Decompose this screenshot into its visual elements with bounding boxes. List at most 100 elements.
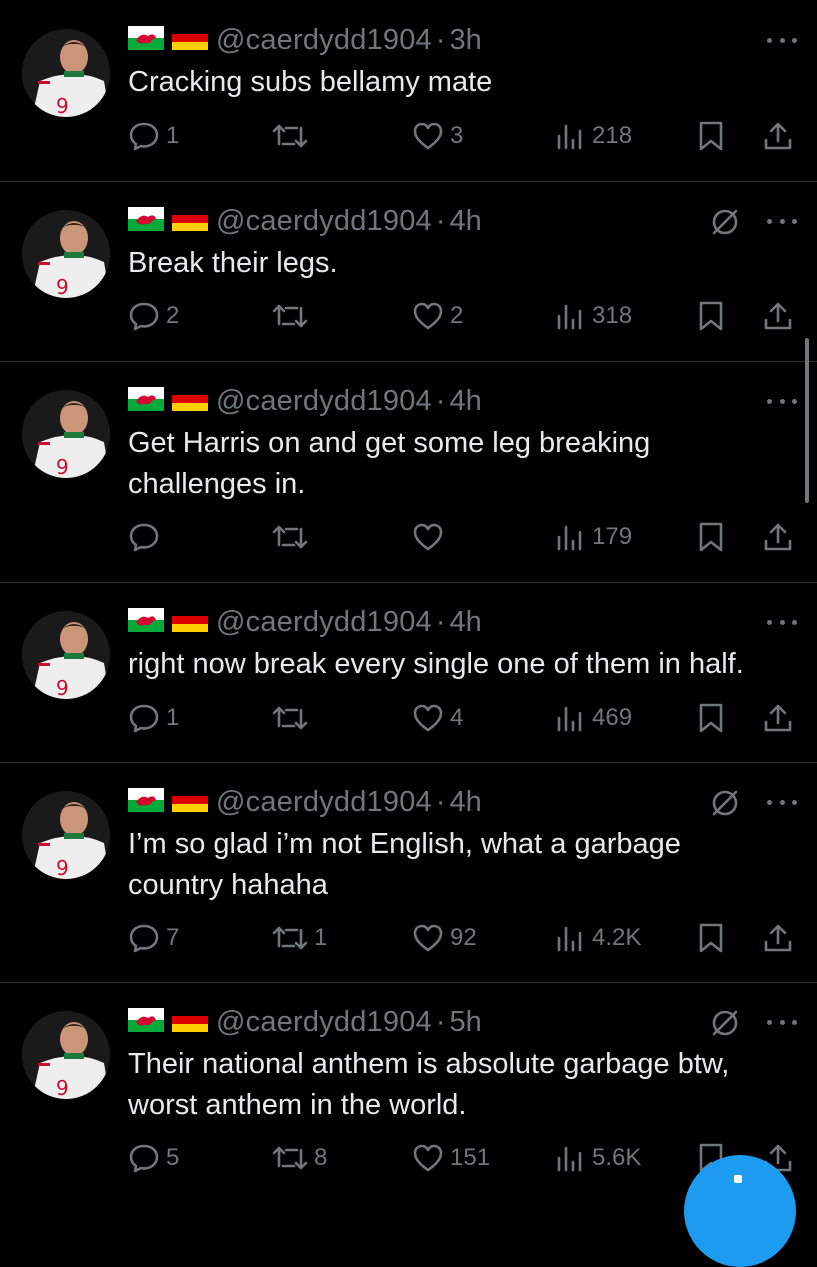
reply-button[interactable]: 5 — [128, 1138, 179, 1178]
user-handle[interactable]: @caerdydd1904 — [216, 24, 432, 57]
tweet-text: Get Harris on and get some leg breaking … — [128, 427, 651, 500]
reply-button[interactable]: 1 — [128, 116, 179, 156]
retweet-button[interactable] — [272, 116, 314, 156]
views-count: 469 — [592, 704, 633, 731]
germany-flag-icon — [172, 1007, 208, 1037]
retweet-icon — [272, 304, 308, 328]
retweet-button[interactable] — [272, 296, 314, 336]
bookmark-button[interactable] — [696, 296, 726, 336]
tweet[interactable]: 9 @caerdydd1904 · 4h Break their legs. 2 — [0, 182, 817, 362]
more-icon[interactable] — [767, 391, 797, 411]
user-handle[interactable]: @caerdydd1904 — [216, 205, 432, 238]
reply-button[interactable]: 7 — [128, 918, 179, 958]
views-icon — [557, 124, 582, 150]
bookmark-button[interactable] — [696, 918, 726, 958]
scrollbar[interactable] — [805, 338, 809, 503]
user-handle[interactable]: @caerdydd1904 — [216, 385, 432, 418]
avatar[interactable]: 9 — [22, 791, 110, 879]
timestamp[interactable]: 4h — [450, 385, 482, 418]
retweet-count: 8 — [314, 1144, 328, 1171]
like-count: 4 — [450, 704, 464, 731]
retweet-button[interactable]: 8 — [272, 1138, 327, 1178]
more-icon[interactable] — [767, 792, 797, 812]
separator: · — [435, 204, 446, 237]
retweet-icon — [272, 1146, 308, 1170]
bookmark-button[interactable] — [696, 698, 726, 738]
more-icon[interactable] — [767, 211, 797, 231]
share-button[interactable] — [762, 296, 794, 336]
more-icon[interactable] — [767, 30, 797, 50]
reply-button[interactable]: 1 — [128, 698, 179, 738]
bookmark-icon — [699, 923, 723, 953]
like-button[interactable]: 2 — [412, 296, 463, 336]
views-button[interactable]: 179 — [554, 517, 632, 557]
avatar[interactable]: 9 — [22, 210, 110, 298]
svg-text:9: 9 — [56, 856, 69, 879]
tweet-header: @caerdydd1904 · 4h — [128, 784, 482, 820]
retweet-button[interactable] — [272, 698, 314, 738]
more-icon[interactable] — [767, 1012, 797, 1032]
timestamp[interactable]: 3h — [450, 24, 482, 57]
avatar[interactable]: 9 — [22, 1011, 110, 1099]
retweet-icon — [272, 706, 308, 730]
tweet[interactable]: 9 @caerdydd1904 · 4h I’m so glad i’m not… — [0, 763, 817, 983]
reply-icon — [129, 523, 159, 552]
tweet-text: I’m so glad i’m not English, what a garb… — [128, 828, 681, 901]
share-button[interactable] — [762, 116, 794, 156]
like-icon — [413, 1144, 443, 1172]
views-button[interactable]: 4.2K — [554, 918, 641, 958]
bookmark-icon — [699, 121, 723, 151]
avatar[interactable]: 9 — [22, 611, 110, 699]
retweet-icon — [272, 124, 308, 148]
reply-button[interactable] — [128, 517, 166, 557]
tweet[interactable]: 9 @caerdydd1904 · 5h Their national anth… — [0, 983, 817, 1200]
views-button[interactable]: 318 — [554, 296, 632, 336]
views-button[interactable]: 5.6K — [554, 1138, 641, 1178]
tweet-actions: 7 1 92 4.2K — [128, 918, 817, 958]
like-count: 3 — [450, 122, 464, 149]
like-button[interactable] — [412, 517, 450, 557]
user-handle[interactable]: @caerdydd1904 — [216, 1006, 432, 1039]
wales-flag-icon — [128, 386, 164, 416]
bookmark-button[interactable] — [696, 517, 726, 557]
avatar[interactable]: 9 — [22, 390, 110, 478]
block-icon[interactable] — [709, 206, 741, 238]
share-button[interactable] — [762, 517, 794, 557]
retweet-button[interactable] — [272, 517, 314, 557]
avatar[interactable]: 9 — [22, 29, 110, 117]
views-button[interactable]: 469 — [554, 698, 632, 738]
like-button[interactable]: 4 — [412, 698, 463, 738]
bookmark-button[interactable] — [696, 116, 726, 156]
user-handle[interactable]: @caerdydd1904 — [216, 606, 432, 639]
retweet-button[interactable]: 1 — [272, 918, 327, 958]
tweet[interactable]: 9 @caerdydd1904 · 4h right now break eve… — [0, 583, 817, 763]
tweet[interactable]: 9 @caerdydd1904 · 3h Cracking subs bella… — [0, 0, 817, 182]
views-button[interactable]: 218 — [554, 116, 632, 156]
share-button[interactable] — [762, 698, 794, 738]
timestamp[interactable]: 4h — [450, 606, 482, 639]
svg-text:9: 9 — [56, 94, 69, 117]
timestamp[interactable]: 5h — [450, 1006, 482, 1039]
compose-fab[interactable] — [684, 1155, 796, 1267]
tweet-actions: 1 4 469 — [128, 698, 817, 738]
block-icon[interactable] — [709, 1007, 741, 1039]
separator: · — [435, 785, 446, 818]
user-handle[interactable]: @caerdydd1904 — [216, 786, 432, 819]
views-icon — [557, 1146, 582, 1172]
tweet[interactable]: 9 @caerdydd1904 · 4h Get Harris on and g… — [0, 362, 817, 583]
more-icon[interactable] — [767, 612, 797, 632]
like-button[interactable]: 3 — [412, 116, 463, 156]
views-icon — [557, 304, 582, 330]
reply-button[interactable]: 2 — [128, 296, 179, 336]
timestamp[interactable]: 4h — [450, 786, 482, 819]
tweet-actions: 179 — [128, 517, 817, 557]
tweet-header: @caerdydd1904 · 3h — [128, 22, 482, 58]
timestamp[interactable]: 4h — [450, 205, 482, 238]
block-icon[interactable] — [709, 787, 741, 819]
like-icon — [413, 924, 443, 952]
separator: · — [435, 384, 446, 417]
share-button[interactable] — [762, 918, 794, 958]
bookmark-icon — [699, 301, 723, 331]
like-button[interactable]: 151 — [412, 1138, 490, 1178]
like-button[interactable]: 92 — [412, 918, 477, 958]
